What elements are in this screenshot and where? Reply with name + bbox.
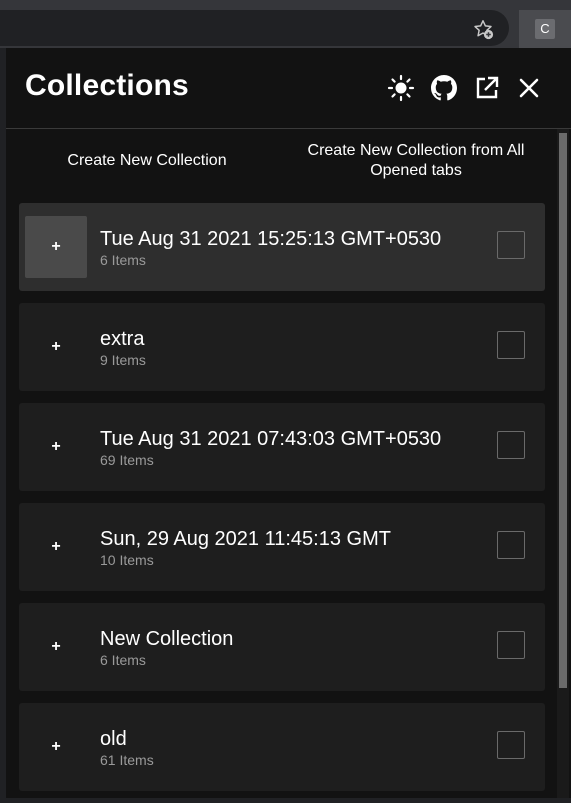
collections-popup: Collections Create New Collection Create…: [6, 48, 571, 798]
address-bar[interactable]: [0, 10, 509, 46]
collection-checkbox[interactable]: [497, 531, 525, 559]
collection-checkbox[interactable]: [497, 231, 525, 259]
collection-checkbox[interactable]: [497, 631, 525, 659]
popup-header: Collections: [6, 48, 571, 129]
create-new-collection-button[interactable]: Create New Collection: [46, 151, 248, 171]
extension-button[interactable]: C: [519, 10, 571, 48]
browser-toolbar: C: [0, 0, 571, 48]
add-tab-button[interactable]: +: [25, 716, 87, 778]
collection-count: 10 Items: [100, 552, 154, 568]
collection-name: old: [100, 728, 127, 750]
collection-item[interactable]: + old 61 Items: [19, 703, 545, 791]
collection-count: 6 Items: [100, 252, 146, 268]
collection-count: 61 Items: [100, 752, 154, 768]
sun-icon[interactable]: [387, 74, 415, 102]
create-collection-from-tabs-button[interactable]: Create New Collection from All Opened ta…: [293, 141, 539, 181]
page-title: Collections: [25, 69, 189, 102]
collection-item[interactable]: + Sun, 29 Aug 2021 11:45:13 GMT 10 Items: [19, 503, 545, 591]
add-tab-button[interactable]: +: [25, 316, 87, 378]
collection-item[interactable]: + extra 9 Items: [19, 303, 545, 391]
collection-checkbox[interactable]: [497, 331, 525, 359]
collection-name: extra: [100, 328, 145, 350]
collection-name: Tue Aug 31 2021 15:25:13 GMT+0530: [100, 228, 442, 250]
add-tab-button[interactable]: +: [25, 616, 87, 678]
action-bar: Create New Collection Create New Collect…: [6, 129, 571, 199]
collection-name: New Collection: [100, 628, 234, 650]
collection-count: 6 Items: [100, 652, 146, 668]
collection-item[interactable]: + Tue Aug 31 2021 15:25:13 GMT+0530 6 It…: [19, 203, 545, 291]
open-external-icon[interactable]: [473, 74, 501, 102]
collection-name: Sun, 29 Aug 2021 11:45:13 GMT: [100, 528, 391, 550]
close-icon[interactable]: [515, 74, 543, 102]
scrollbar[interactable]: [557, 129, 569, 798]
add-tab-button[interactable]: +: [25, 516, 87, 578]
collection-checkbox[interactable]: [497, 431, 525, 459]
collection-name: Tue Aug 31 2021 07:43:03 GMT+0530: [100, 428, 442, 450]
github-icon[interactable]: [430, 74, 458, 102]
collection-item[interactable]: + Tue Aug 31 2021 07:43:03 GMT+0530 69 I…: [19, 403, 545, 491]
add-tab-button[interactable]: +: [25, 416, 87, 478]
collection-count: 69 Items: [100, 452, 154, 468]
extension-icon: C: [535, 19, 555, 39]
collection-item[interactable]: + New Collection 6 Items: [19, 603, 545, 691]
bookmark-star-icon[interactable]: [470, 16, 496, 42]
collection-checkbox[interactable]: [497, 731, 525, 759]
collection-count: 9 Items: [100, 352, 146, 368]
collection-list: + Tue Aug 31 2021 15:25:13 GMT+0530 6 It…: [19, 203, 545, 803]
scrollbar-thumb[interactable]: [559, 133, 567, 688]
add-tab-button[interactable]: +: [25, 216, 87, 278]
